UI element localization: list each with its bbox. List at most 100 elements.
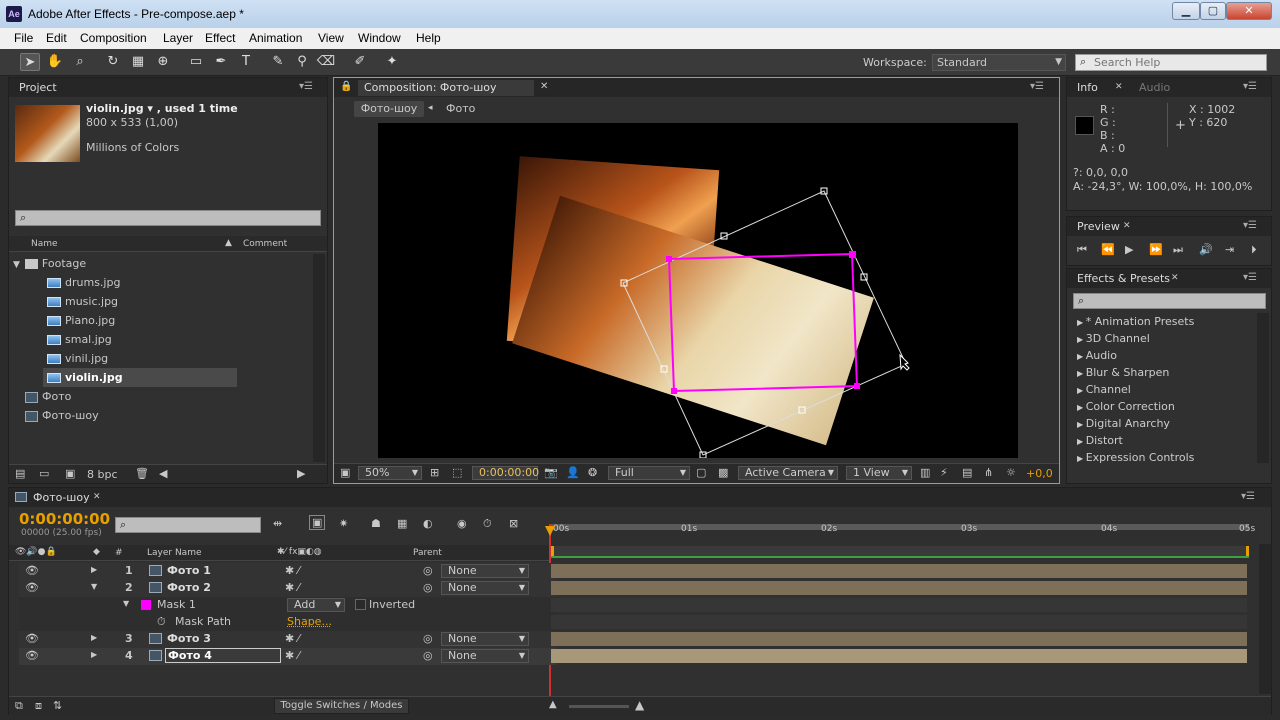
auto-keyframe-icon[interactable]: ⏱ (483, 517, 492, 531)
lock-icon[interactable]: 🔒 (340, 81, 352, 92)
mask-name[interactable]: Mask 1 (157, 598, 196, 611)
rotate-tool-icon[interactable]: ↻ (103, 53, 123, 71)
layer-duration-bar-selected[interactable] (551, 649, 1247, 663)
brush-tool-icon[interactable]: ✎ (268, 53, 288, 71)
layer-bounding-box[interactable] (622, 190, 907, 456)
mask-path-value[interactable]: Shape... (287, 615, 332, 628)
list-item[interactable]: smal.jpg (47, 330, 112, 349)
effect-category[interactable]: ▶ Audio (1077, 347, 1117, 364)
menu-help[interactable]: Help (416, 31, 441, 45)
panel-menu-icon[interactable]: ▾☰ (299, 81, 313, 92)
last-frame-icon[interactable]: ⏭ (1173, 243, 1183, 257)
new-folder-icon[interactable]: ▭ (39, 467, 49, 480)
info-tab[interactable]: Info (1077, 81, 1098, 94)
layer-name[interactable]: Фото 3 (167, 632, 211, 645)
effect-category[interactable]: ▶ Color Correction (1077, 398, 1175, 415)
snapshot-icon[interactable]: 📷 (544, 466, 558, 479)
effects-search-input[interactable]: ⌕ (1073, 293, 1266, 309)
collapse-switch-icon[interactable]: ✱ ⁄ (285, 581, 300, 594)
panel-menu-icon[interactable]: ▾☰ (1030, 81, 1044, 92)
menu-view[interactable]: View (318, 31, 344, 45)
layer-name-edit[interactable]: Фото 4 (165, 648, 281, 663)
hide-shy-layers-icon[interactable]: ☗ (371, 517, 381, 530)
triangle-right-icon[interactable]: ▶ (91, 650, 97, 659)
collapse-switch-icon[interactable]: ✱ ⁄ (285, 632, 300, 645)
panel-menu-icon[interactable]: ▾☰ (1241, 491, 1255, 502)
menu-animation[interactable]: Animation (249, 31, 302, 45)
list-item[interactable]: Фото (25, 387, 71, 406)
folder-footage[interactable]: ▼ Footage (13, 254, 86, 273)
list-item-selected[interactable]: violin.jpg (43, 368, 237, 387)
audio-tab[interactable]: Audio (1139, 81, 1170, 94)
layer-name[interactable]: Фото 2 (167, 581, 211, 594)
pickwhip-icon[interactable]: ◎ (423, 632, 433, 645)
menu-effect[interactable]: Effect (205, 31, 235, 45)
effect-category[interactable]: ▶ Expression Controls (1077, 449, 1194, 466)
column-layer-name[interactable]: Layer Name (147, 548, 202, 558)
expand-transfer-icon[interactable]: ⧈ (35, 699, 42, 713)
effects-presets-tab[interactable]: Effects & Presets (1077, 272, 1170, 285)
camera-select[interactable]: Active Camera ▼ (738, 466, 838, 480)
label-icon[interactable]: ◆ (93, 547, 100, 557)
breadcrumb-other[interactable]: Фото (446, 102, 475, 115)
panel-menu-icon[interactable]: ▾☰ (1243, 272, 1257, 283)
project-tab[interactable]: Project (19, 81, 57, 94)
column-comment[interactable]: Comment (243, 239, 287, 249)
effects-scrollbar[interactable] (1257, 313, 1269, 463)
play-icon[interactable]: ▶ (1125, 243, 1133, 256)
new-composition-icon[interactable]: ▣ (65, 467, 75, 480)
pan-behind-tool-icon[interactable]: ⊕ (153, 53, 173, 71)
panel-menu-icon[interactable]: ▾☰ (1243, 81, 1257, 92)
timeline-icon[interactable]: ▤ (962, 466, 972, 479)
mask-row[interactable]: ▼ Mask 1 Add ▼ Inverted (19, 597, 557, 614)
camera-tool-icon[interactable]: ▦ (128, 53, 148, 71)
region-of-interest-icon[interactable]: ▢ (696, 466, 706, 479)
mask-visibility-icon[interactable]: ⬚ (452, 466, 462, 479)
audio-icon[interactable]: 🔊 (1199, 243, 1213, 256)
live-update-icon[interactable]: ▣ (309, 515, 326, 530)
loop-icon[interactable]: ⇥ (1225, 243, 1234, 256)
grid-icon[interactable]: ⊞ (430, 466, 439, 479)
list-item[interactable]: Фото-шоу (25, 406, 99, 425)
layer-duration-bar[interactable] (551, 581, 1247, 595)
search-help-input[interactable] (1094, 56, 1264, 69)
flowchart-icon[interactable]: ⋔ (984, 466, 993, 479)
timeline-current-time[interactable]: 0:00:00:00 (19, 510, 110, 528)
expand-stretch-icon[interactable]: ⇅ (53, 699, 62, 712)
eraser-tool-icon[interactable]: ⌫ (316, 53, 336, 71)
minimize-button[interactable]: ▁ (1172, 2, 1200, 20)
triangle-right-icon[interactable]: ▶ (91, 565, 97, 574)
parent-select[interactable]: None ▼ (441, 564, 529, 578)
mask-vertex-handle[interactable] (854, 383, 860, 389)
footage-name[interactable]: violin.jpg ▾ , used 1 time (86, 102, 238, 115)
menu-file[interactable]: File (14, 31, 33, 45)
menu-composition[interactable]: Composition (80, 31, 147, 45)
table-row[interactable]: 👁 ▶ 3 Фото 3 ✱ ⁄ ◎ None ▼ (19, 631, 557, 648)
selection-tool-icon[interactable]: ➤ (20, 53, 40, 71)
collapse-switch-icon[interactable]: ✱ ⁄ (285, 564, 300, 577)
effect-category[interactable]: ▶ Channel (1077, 381, 1131, 398)
scroll-left-icon[interactable]: ◀ (159, 467, 167, 480)
zoom-slider[interactable] (569, 705, 629, 708)
text-tool-icon[interactable]: T (236, 53, 256, 71)
next-frame-icon[interactable]: ⏩ (1149, 243, 1163, 256)
close-tab-icon[interactable]: ✕ (1171, 273, 1179, 283)
layer-name[interactable]: Фото 1 (167, 564, 211, 577)
triangle-down-icon[interactable]: ▼ (123, 599, 129, 608)
menu-window[interactable]: Window (358, 31, 401, 45)
work-area-bar[interactable] (551, 524, 1249, 530)
mask-vertex-handle[interactable] (849, 251, 856, 258)
zoom-out-icon[interactable]: ▲ (549, 699, 557, 710)
timeline-search-input[interactable]: ⌕ (115, 517, 261, 533)
mask-vertex-handle[interactable] (671, 388, 677, 394)
list-item[interactable]: Piano.jpg (47, 311, 115, 330)
always-preview-icon[interactable]: ▣ (340, 466, 350, 479)
pickwhip-icon[interactable]: ◎ (423, 564, 433, 577)
mask-overlay[interactable] (378, 123, 1018, 458)
roto-brush-tool-icon[interactable]: ✐ (350, 53, 370, 71)
frame-blending-icon[interactable]: ▦ (397, 517, 407, 530)
mask-mode-select[interactable]: Add ▼ (287, 598, 345, 612)
ram-preview-icon[interactable]: ⏵ (1251, 243, 1257, 257)
eye-icon[interactable]: 👁 (25, 632, 39, 645)
timeline-tab[interactable]: Фото-шоу (33, 491, 90, 504)
